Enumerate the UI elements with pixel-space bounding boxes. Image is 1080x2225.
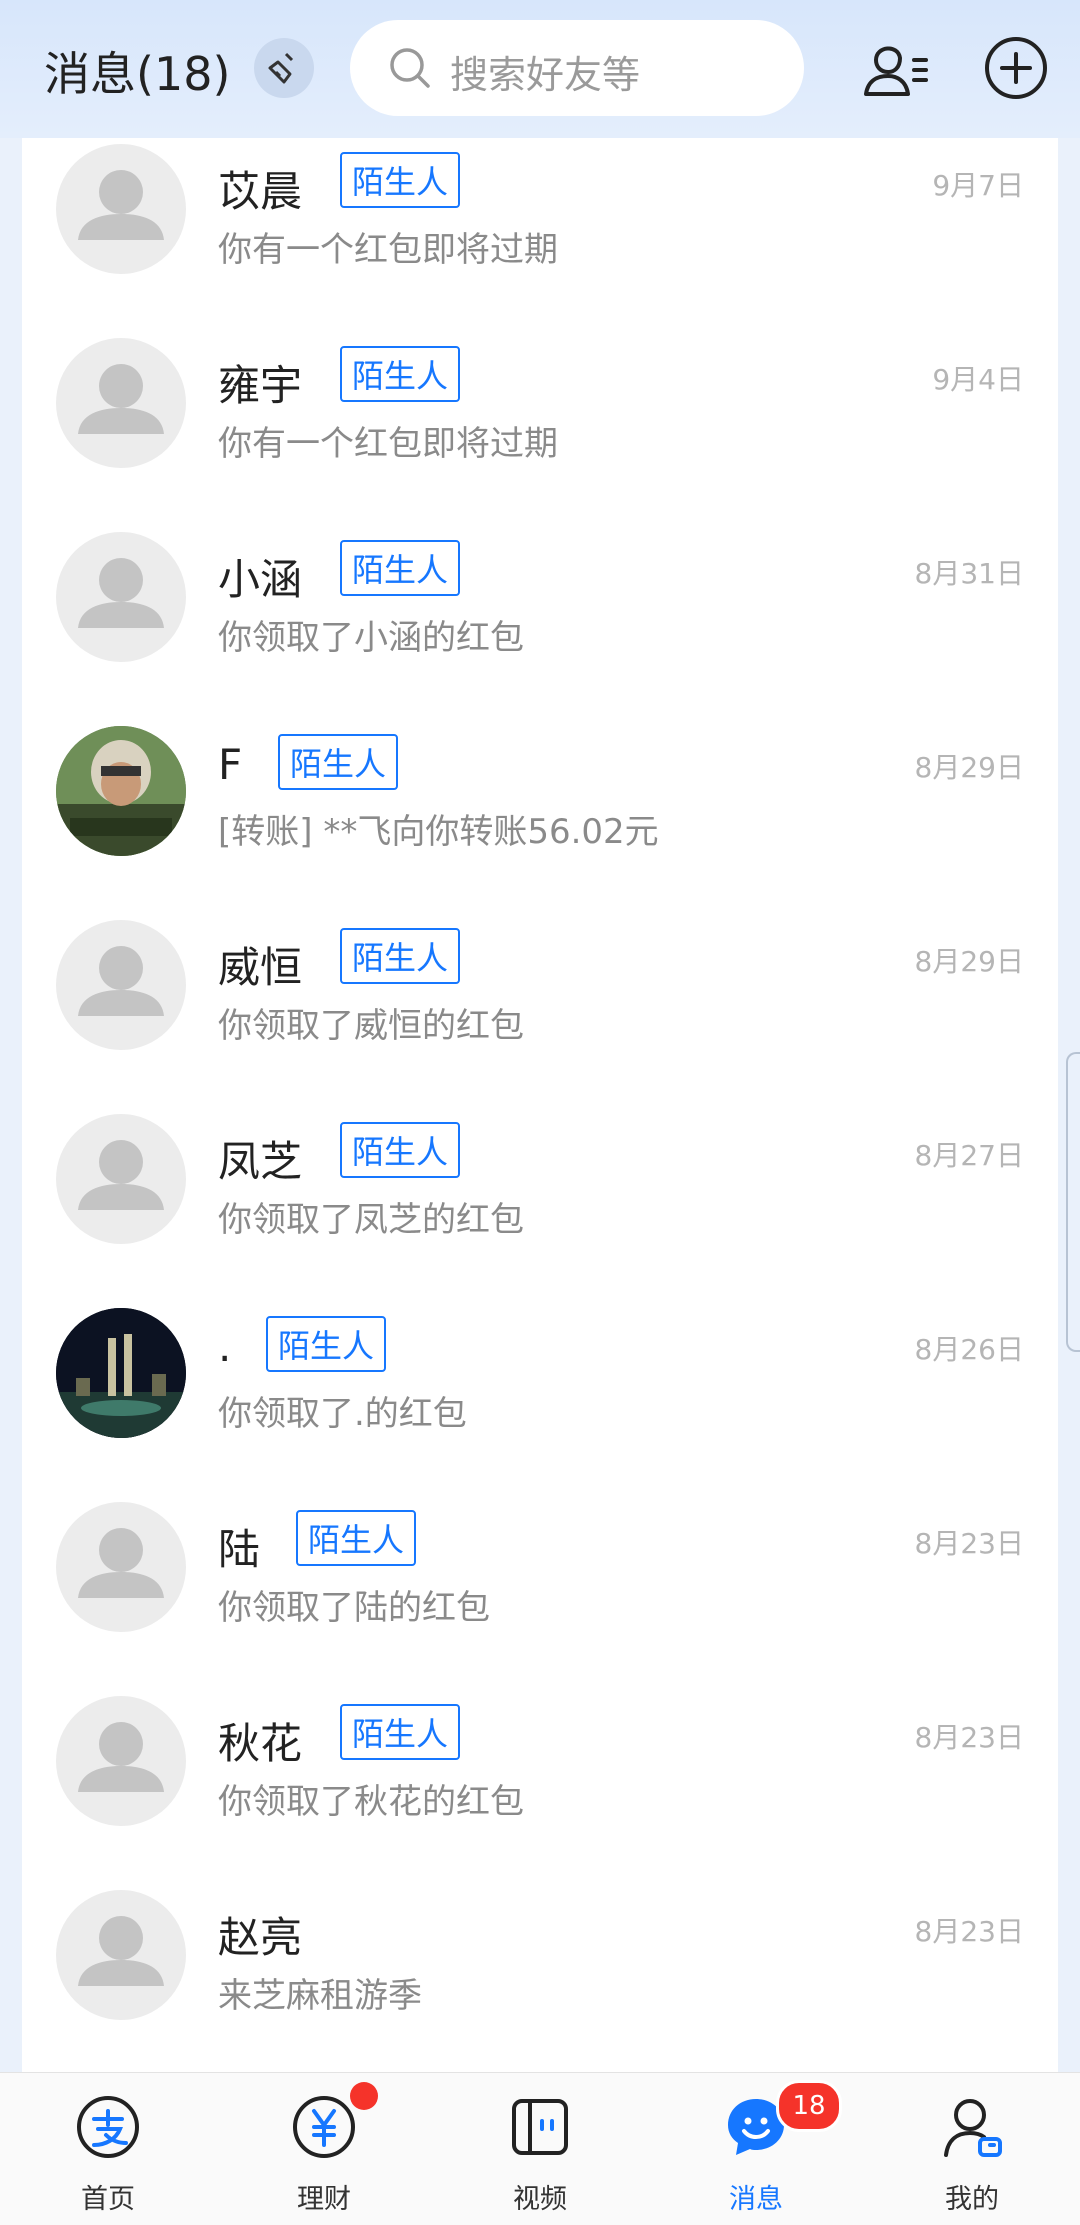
search-placeholder: 搜索好友等	[450, 53, 641, 97]
plus-circle-icon	[985, 37, 1047, 99]
default-avatar-icon	[78, 364, 164, 434]
top-header: 消息(18) 搜索好友等	[0, 0, 1080, 138]
contact-name: .	[218, 1322, 232, 1371]
message-row[interactable]: 威恒 陌生人 你领取了威恒的红包 8月29日	[22, 920, 1058, 1114]
message-preview: 你有一个红包即将过期	[218, 424, 558, 464]
message-count-badge: 18	[776, 2080, 842, 2132]
message-list[interactable]: 苡晨 陌生人 你有一个红包即将过期 9月7日 雍宇 陌生人 你有一个红包即将过期…	[22, 138, 1058, 2072]
message-preview: 你领取了陆的红包	[218, 1588, 490, 1628]
default-avatar-icon	[78, 1722, 164, 1792]
message-row[interactable]: . 陌生人 你领取了.的红包 8月26日	[22, 1308, 1058, 1502]
bottom-tab-bar: 首页 理财 视频 消息 我的	[0, 2072, 1080, 2225]
contact-name: 秋花	[218, 1719, 303, 1768]
notification-dot	[350, 2082, 378, 2110]
message-preview: 你领取了秋花的红包	[218, 1782, 524, 1822]
default-avatar-icon	[78, 1528, 164, 1598]
message-time: 8月31日	[914, 557, 1024, 590]
message-row[interactable]: 陆 陌生人 你领取了陆的红包 8月23日	[22, 1502, 1058, 1696]
alipay-home-icon	[77, 2096, 139, 2158]
avatar-photo[interactable]	[56, 1308, 186, 1438]
contacts-button[interactable]	[862, 36, 932, 100]
message-row[interactable]: 小涵 陌生人 你领取了小涵的红包 8月31日	[22, 532, 1058, 726]
message-row[interactable]: 雍宇 陌生人 你有一个红包即将过期 9月4日	[22, 338, 1058, 532]
message-row[interactable]: F 陌生人 [转账] **飞向你转账56.02元 8月29日	[22, 726, 1058, 920]
message-time: 8月29日	[914, 751, 1024, 784]
contact-name: 威恒	[218, 943, 303, 992]
message-time: 8月27日	[914, 1139, 1024, 1172]
default-avatar-icon	[78, 1916, 164, 1986]
tab-profile[interactable]: 我的	[864, 2073, 1080, 2225]
avatar[interactable]	[56, 144, 186, 274]
wealth-icon	[293, 2096, 355, 2158]
night-city-photo	[56, 1308, 186, 1438]
search-bar[interactable]: 搜索好友等	[350, 20, 804, 116]
contact-name: 雍宇	[218, 361, 303, 410]
broom-icon	[268, 52, 294, 84]
avatar[interactable]	[56, 1502, 186, 1632]
contact-name: 陆	[218, 1525, 261, 1574]
message-preview: [转账] **飞向你转账56.02元	[218, 812, 659, 852]
default-avatar-icon	[78, 558, 164, 628]
message-preview: 你有一个红包即将过期	[218, 230, 558, 270]
stranger-tag: 陌生人	[278, 734, 399, 790]
message-time: 8月23日	[914, 1915, 1024, 1948]
avatar[interactable]	[56, 1114, 186, 1244]
contact-name: F	[218, 740, 243, 789]
message-row[interactable]: 秋花 陌生人 你领取了秋花的红包 8月23日	[22, 1696, 1058, 1890]
pilot-photo	[56, 726, 186, 856]
message-row[interactable]: 苡晨 陌生人 你有一个红包即将过期 9月7日	[22, 144, 1058, 338]
default-avatar-icon	[78, 170, 164, 240]
message-preview: 来芝麻租游季	[218, 1976, 422, 2016]
message-preview: 你领取了.的红包	[218, 1394, 467, 1434]
page-title: 消息(18)	[44, 47, 231, 101]
clean-button[interactable]	[254, 38, 314, 98]
tab-label: 首页	[81, 2184, 135, 2215]
contact-name: 小涵	[218, 555, 303, 604]
stranger-tag: 陌生人	[340, 346, 461, 402]
message-time: 8月23日	[914, 1527, 1024, 1560]
video-icon	[512, 2099, 568, 2155]
avatar[interactable]	[56, 920, 186, 1050]
message-time: 9月7日	[932, 169, 1024, 202]
tab-label: 视频	[513, 2184, 567, 2215]
stranger-tag: 陌生人	[340, 540, 461, 596]
stranger-tag: 陌生人	[266, 1316, 387, 1372]
avatar-photo[interactable]	[56, 726, 186, 856]
stranger-tag: 陌生人	[340, 152, 461, 208]
message-time: 8月26日	[914, 1333, 1024, 1366]
message-row[interactable]: 赵亮 来芝麻租游季 8月23日	[22, 1890, 1058, 2072]
tab-label: 我的	[945, 2184, 999, 2215]
contacts-icon	[864, 46, 928, 96]
contact-name: 苡晨	[218, 167, 303, 216]
default-avatar-icon	[78, 1140, 164, 1210]
avatar[interactable]	[56, 1890, 186, 2020]
message-time: 8月23日	[914, 1721, 1024, 1754]
message-row[interactable]: 凤芝 陌生人 你领取了凤芝的红包 8月27日	[22, 1114, 1058, 1308]
message-preview: 你领取了凤芝的红包	[218, 1200, 524, 1240]
avatar[interactable]	[56, 1696, 186, 1826]
stranger-tag: 陌生人	[340, 1704, 461, 1760]
search-icon	[390, 48, 430, 88]
message-time: 9月4日	[932, 363, 1024, 396]
default-avatar-icon	[78, 946, 164, 1016]
stranger-tag: 陌生人	[340, 928, 461, 984]
tab-video[interactable]: 视频	[432, 2073, 648, 2225]
message-time: 8月29日	[914, 945, 1024, 978]
contact-name: 凤芝	[218, 1137, 303, 1186]
stranger-tag: 陌生人	[296, 1510, 417, 1566]
tab-label: 消息	[729, 2184, 783, 2215]
add-button[interactable]	[984, 36, 1048, 100]
contact-name: 赵亮	[218, 1913, 303, 1962]
message-preview: 你领取了小涵的红包	[218, 618, 524, 658]
avatar[interactable]	[56, 532, 186, 662]
tab-wealth[interactable]: 理财	[216, 2073, 432, 2225]
tab-label: 理财	[297, 2184, 351, 2215]
scrollbar-thumb[interactable]	[1066, 1052, 1080, 1352]
tab-home[interactable]: 首页	[0, 2073, 216, 2225]
avatar[interactable]	[56, 338, 186, 468]
stranger-tag: 陌生人	[340, 1122, 461, 1178]
message-preview: 你领取了威恒的红包	[218, 1006, 524, 1046]
profile-icon	[944, 2099, 1002, 2157]
